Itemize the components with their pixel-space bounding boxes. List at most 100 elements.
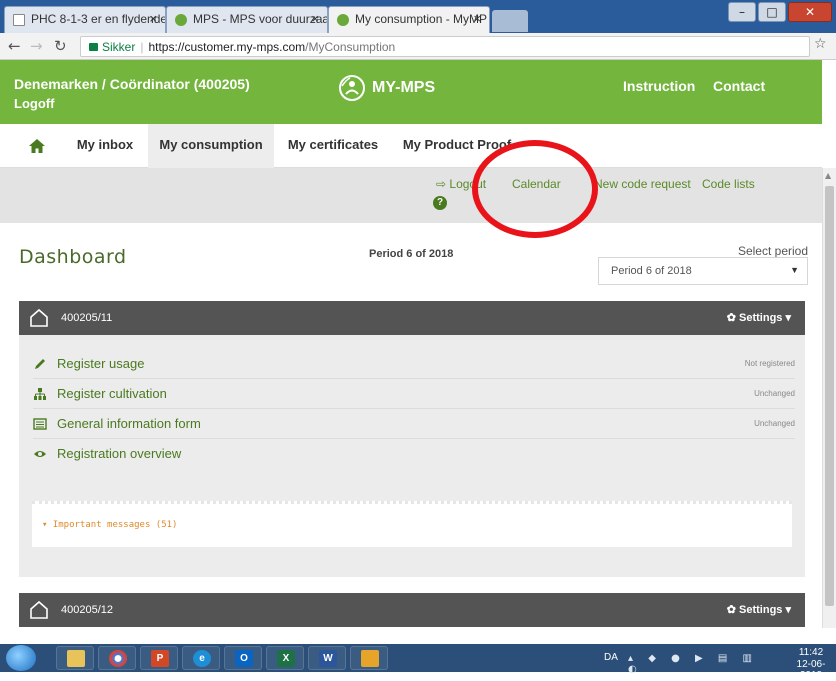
mps-logo-icon <box>337 14 349 26</box>
start-button-icon[interactable] <box>6 645 36 671</box>
scroll-up-icon[interactable]: ▲ <box>825 171 831 180</box>
row-label: Register usage <box>57 356 145 371</box>
new-code-request-link[interactable]: New code request <box>594 177 691 191</box>
tab-title: PHC 8-1-3 er en flydende <box>31 12 166 26</box>
settings-label: Settings <box>739 604 783 616</box>
location-id: 400205/11 <box>61 312 113 324</box>
logoff-link[interactable]: Logoff <box>14 96 54 111</box>
nav-my-inbox[interactable]: My inbox <box>66 124 144 168</box>
close-icon[interactable]: × <box>473 11 481 26</box>
user-account-label: Denemarken / Coördinator (400205) <box>14 76 250 92</box>
clock-date[interactable]: 12-06-2018 <box>788 659 834 681</box>
browser-tab-3-active[interactable]: My consumption - MyMP × <box>328 6 490 33</box>
powerpoint-icon: P <box>151 650 169 667</box>
row-status: Unchanged <box>754 419 795 428</box>
greenhouse-icon <box>30 308 48 327</box>
taskbar-excel[interactable]: X <box>266 646 304 670</box>
brand-name: MY-MPS <box>372 79 436 96</box>
taskbar-powerpoint[interactable]: P <box>140 646 178 670</box>
window-controls: – □ ✕ <box>728 2 832 22</box>
language-indicator[interactable]: DA <box>604 652 618 663</box>
panel-header-1: 400205/11 ✿ Settings ▾ <box>19 301 805 335</box>
row-status: Not registered <box>744 359 795 368</box>
close-icon[interactable]: × <box>311 11 319 26</box>
instruction-link[interactable]: Instruction <box>623 78 695 94</box>
tab-title: My consumption - MyMP <box>355 12 488 26</box>
period-select[interactable]: Period 6 of 2018 ▼ <box>598 257 808 285</box>
logout-icon: ⇨ <box>436 177 450 191</box>
url-input[interactable]: Sikker | https://customer.my-mps.com/MyCon… <box>80 36 810 57</box>
system-tray-icons[interactable]: ▴ ◆ ● ▶ ▤ ▥ ◐ <box>628 653 768 675</box>
brand-logo[interactable]: MY-MPS <box>338 74 435 102</box>
site-header: Denemarken / Coördinator (400205) Logoff… <box>0 60 822 124</box>
nav-label: My inbox <box>76 137 134 152</box>
caret-down-icon: ▾ <box>782 604 791 616</box>
app-icon <box>361 650 379 667</box>
contact-link[interactable]: Contact <box>713 78 765 94</box>
home-icon[interactable] <box>28 138 46 154</box>
settings-dropdown[interactable]: ✿ Settings ▾ <box>727 311 791 324</box>
new-tab-button[interactable] <box>492 10 528 32</box>
code-lists-link[interactable]: Code lists <box>702 177 755 191</box>
internet-explorer-icon: e <box>193 650 211 667</box>
nav-label: My certificates <box>287 137 379 152</box>
excel-icon: X <box>277 650 295 667</box>
taskbar-outlook[interactable]: O <box>224 646 262 670</box>
dropdown-caret-icon: ▼ <box>790 265 799 275</box>
taskbar-chrome[interactable] <box>98 646 136 670</box>
eye-icon <box>34 451 46 457</box>
tab-title: MPS - MPS voor duurzaa <box>193 12 328 26</box>
greenhouse-icon <box>30 600 48 619</box>
row-register-cultivation[interactable]: Register cultivation Unchanged <box>33 379 795 409</box>
nav-label: My consumption <box>159 137 263 152</box>
address-bar: ← → ↻ Sikker | https://customer.my-mps.com… <box>0 33 836 60</box>
sub-nav: ⇨ Logout Calendar New code request Code … <box>0 168 822 223</box>
location-id: 400205/12 <box>61 604 113 616</box>
taskbar-app[interactable] <box>350 646 388 670</box>
row-status: Unchanged <box>754 389 795 398</box>
outlook-icon: O <box>235 650 253 667</box>
document-icon <box>13 14 25 26</box>
caret-down-icon: ▾ <box>42 520 53 530</box>
window-close-icon[interactable]: ✕ <box>788 2 832 22</box>
taskbar-word[interactable]: W <box>308 646 346 670</box>
main-nav: My inbox My consumption My certificates … <box>0 124 822 168</box>
lock-icon <box>89 43 98 51</box>
important-messages-label: Important messages (51) <box>52 520 178 530</box>
row-registration-overview[interactable]: Registration overview <box>33 439 795 469</box>
reload-icon[interactable]: ↻ <box>54 37 67 55</box>
mps-logo-icon <box>175 14 187 26</box>
current-period-label: Period 6 of 2018 <box>369 248 454 260</box>
gear-icon: ✿ <box>726 312 740 324</box>
panel-body-1: Register usage Not registered Register c… <box>19 335 805 577</box>
clock-time[interactable]: 11:42 <box>788 647 834 658</box>
important-messages-box: ▾ Important messages (51) <box>32 501 792 547</box>
taskbar-explorer[interactable] <box>56 646 94 670</box>
select-period-label: Select period <box>737 244 808 258</box>
nav-my-consumption[interactable]: My consumption <box>148 124 274 168</box>
forward-arrow-icon[interactable]: → <box>30 37 43 55</box>
settings-dropdown[interactable]: ✿ Settings ▾ <box>727 603 791 616</box>
chrome-icon <box>109 650 127 667</box>
browser-tab-2[interactable]: MPS - MPS voor duurzaa × <box>166 6 328 33</box>
taskbar-internet-explorer[interactable]: e <box>182 646 220 670</box>
browser-tab-1[interactable]: PHC 8-1-3 er en flydende × <box>4 6 166 33</box>
row-general-information-form[interactable]: General information form Unchanged <box>33 409 795 439</box>
secure-label: Sikker <box>102 40 136 54</box>
important-messages-toggle[interactable]: ▾ Important messages (51) <box>42 520 177 530</box>
url-host: https://customer.my-mps.com <box>148 40 306 54</box>
row-label: Registration overview <box>57 446 182 461</box>
close-icon[interactable]: × <box>149 11 157 26</box>
help-icon[interactable]: ? <box>433 196 447 210</box>
bookmark-star-icon[interactable]: ☆ <box>814 36 827 52</box>
row-label: Register cultivation <box>57 386 167 401</box>
minimize-icon[interactable]: – <box>728 2 756 22</box>
row-register-usage[interactable]: Register usage Not registered <box>33 349 795 379</box>
url-path: /MyConsumption <box>305 40 396 54</box>
caret-down-icon: ▾ <box>782 312 791 324</box>
back-arrow-icon[interactable]: ← <box>8 37 21 55</box>
nav-my-certificates[interactable]: My certificates <box>278 124 388 168</box>
page-scrollbar[interactable]: ▲ <box>822 168 836 628</box>
maximize-icon[interactable]: □ <box>758 2 786 22</box>
scroll-thumb[interactable] <box>825 186 834 606</box>
